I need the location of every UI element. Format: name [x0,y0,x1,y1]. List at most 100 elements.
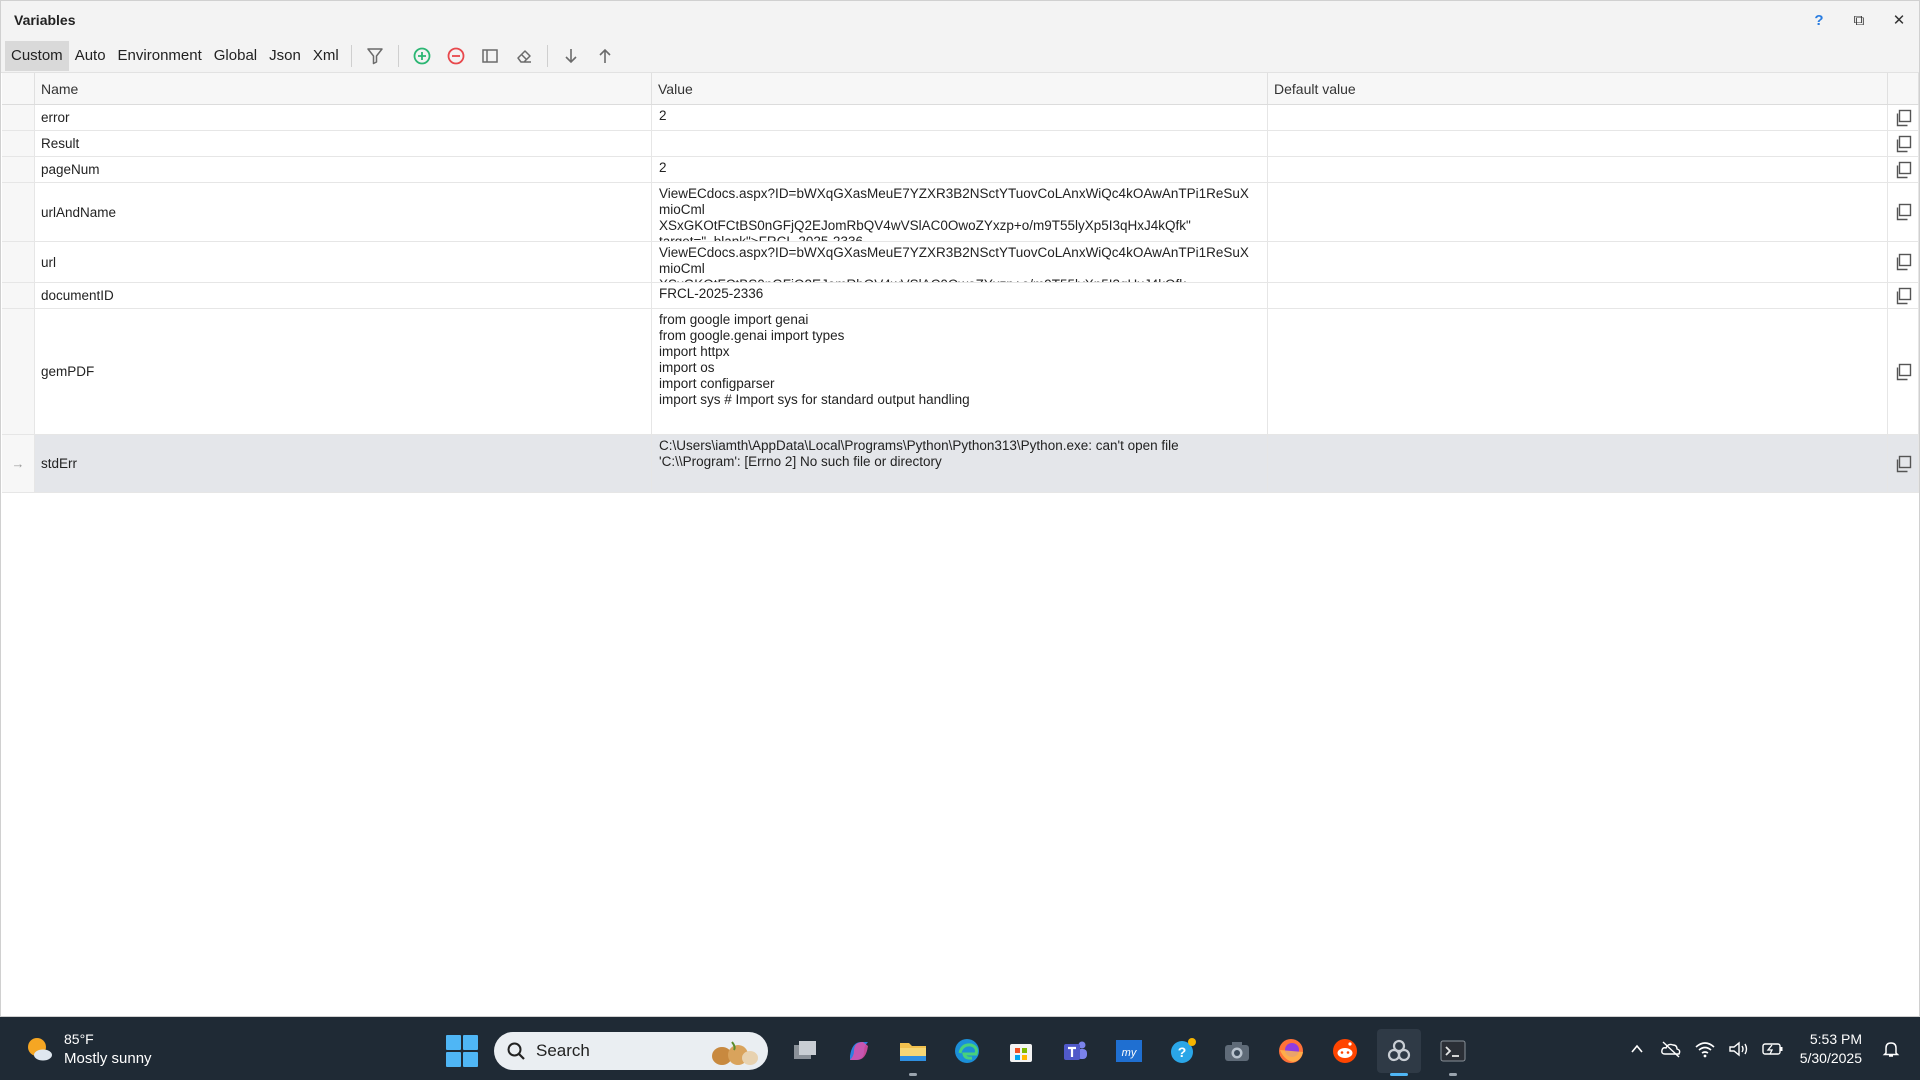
row-indicator[interactable]: → [2,435,35,492]
column-header-actions [1888,73,1919,104]
column-header-name[interactable]: Name [35,73,652,104]
help-button[interactable]: ? [1799,12,1839,29]
weather-widget[interactable]: 85°F Mostly sunny [24,1030,152,1068]
variable-value-cell[interactable]: 2 [652,105,1268,130]
copy-value-button[interactable] [1888,309,1919,434]
terminal-button[interactable] [1431,1029,1475,1076]
variable-name-cell[interactable]: Result [35,131,652,156]
close-button[interactable]: ✕ [1879,11,1919,29]
variable-value-cell[interactable]: 2 [652,157,1268,182]
variable-default-cell[interactable] [1268,183,1888,241]
row-indicator[interactable] [2,105,35,130]
variable-row-pagenum[interactable]: pageNum 2 [2,157,1919,183]
variable-value-cell[interactable]: C:\Users\iamth\AppData\Local\Programs\Py… [652,435,1268,492]
file-explorer-button[interactable] [891,1029,935,1076]
wifi-button[interactable] [1690,1034,1720,1064]
filter-button[interactable] [358,41,392,71]
variable-name-cell[interactable]: gemPDF [35,309,652,434]
tab-json[interactable]: Json [263,41,307,71]
column-header-default-value[interactable]: Default value [1268,73,1888,104]
add-icon [413,47,431,64]
volume-button[interactable] [1724,1034,1754,1064]
column-header-value[interactable]: Value [652,73,1268,104]
row-indicator[interactable] [2,131,35,156]
tab-custom[interactable]: Custom [5,40,69,71]
get-help-button[interactable]: ? [1161,1029,1205,1073]
variable-default-cell[interactable] [1268,105,1888,130]
camera-button[interactable] [1215,1029,1259,1073]
start-button[interactable] [444,1033,480,1069]
clear-button[interactable] [507,41,541,71]
copy-value-button[interactable] [1888,435,1919,492]
variable-value-cell[interactable]: ViewECdocs.aspx?ID=bWXqGXasMeuE7YZXR3B2N… [652,242,1268,282]
variable-default-cell[interactable] [1268,157,1888,182]
add-variable-button[interactable] [405,41,439,71]
copy-value-button[interactable] [1888,131,1919,156]
variables-grid: Name Value Default value error 2 Result pag… [2,73,1919,493]
copilot-button[interactable] [837,1029,881,1073]
copy-value-button[interactable] [1888,242,1919,282]
store-icon [1010,1044,1032,1062]
edge-button[interactable] [945,1029,989,1073]
weather-temp: 85°F [64,1030,94,1047]
variable-name-cell[interactable]: url [35,242,652,282]
variable-default-cell[interactable] [1268,435,1888,492]
battery-charging-icon [1762,1042,1783,1055]
variable-row-result[interactable]: Result [2,131,1919,157]
variable-row-error[interactable]: error 2 [2,105,1919,131]
move-up-button[interactable] [588,41,622,71]
tab-xml[interactable]: Xml [307,41,345,71]
tab-global[interactable]: Global [208,41,263,71]
copy-value-button[interactable] [1888,183,1919,241]
store-button[interactable] [999,1029,1043,1073]
variable-row-gempdf[interactable]: gemPDF from google import genai from goog… [2,309,1919,435]
copy-value-button[interactable] [1888,283,1919,308]
reddit-button[interactable] [1323,1029,1367,1073]
variable-default-cell[interactable] [1268,131,1888,156]
variable-default-cell[interactable] [1268,309,1888,434]
row-indicator[interactable] [2,309,35,434]
variable-value-cell[interactable] [652,131,1268,156]
variable-value-cell[interactable]: ViewECdocs.aspx?ID=bWXqGXasMeuE7YZXR3B2N… [652,183,1268,241]
remove-variable-button[interactable] [439,41,473,71]
row-indicator[interactable] [2,183,35,241]
variable-row-documentid[interactable]: documentID FRCL-2025-2336 [2,283,1919,309]
clock[interactable]: 5:53 PM 5/30/2025 [1800,1030,1862,1068]
variable-default-cell[interactable] [1268,242,1888,282]
notifications-button[interactable] [1876,1034,1906,1064]
filter-icon [366,47,383,64]
sunny-icon [24,1034,54,1064]
onedrive-button[interactable] [1656,1034,1686,1064]
task-view-button[interactable] [783,1029,827,1073]
copy-value-button[interactable] [1888,105,1919,130]
variable-value-cell[interactable]: FRCL-2025-2336 [652,283,1268,308]
variable-name-cell[interactable]: pageNum [35,157,652,182]
show-hidden-icons-button[interactable] [1622,1034,1652,1064]
variable-value-cell[interactable]: from google import genai from google.gen… [652,309,1268,434]
uipath-button[interactable] [1377,1029,1421,1076]
teams-button[interactable] [1053,1029,1097,1073]
move-down-button[interactable] [554,41,588,71]
variable-name-cell[interactable]: stdErr [35,435,652,492]
taskbar-search[interactable]: Search [494,1032,768,1070]
variable-row-url[interactable]: url ViewECdocs.aspx?ID=bWXqGXasMeuE7YZXR3… [2,242,1919,283]
copy-value-button[interactable] [1888,157,1919,182]
variable-name-cell[interactable]: urlAndName [35,183,652,241]
tab-environment[interactable]: Environment [112,41,208,71]
row-indicator[interactable] [2,283,35,308]
battery-button[interactable] [1758,1034,1788,1064]
restore-button[interactable]: ⧉ [1839,12,1879,29]
row-indicator[interactable] [2,242,35,282]
variable-row-urlandname[interactable]: urlAndName ViewECdocs.aspx?ID=bWXqGXasMeu… [2,183,1919,242]
firefox-button[interactable] [1269,1029,1313,1073]
variable-row-stderr[interactable]: → stdErr C:\Users\iamth\AppData\Local\Prog… [2,435,1919,493]
tab-auto[interactable]: Auto [69,41,112,71]
myhp-button[interactable]: my [1107,1029,1151,1073]
variable-default-cell[interactable] [1268,283,1888,308]
teams-icon [1064,1041,1087,1060]
help-icon: ? [1171,1038,1196,1063]
row-indicator[interactable] [2,157,35,182]
columns-button[interactable] [473,41,507,71]
variable-name-cell[interactable]: error [35,105,652,130]
variable-name-cell[interactable]: documentID [35,283,652,308]
